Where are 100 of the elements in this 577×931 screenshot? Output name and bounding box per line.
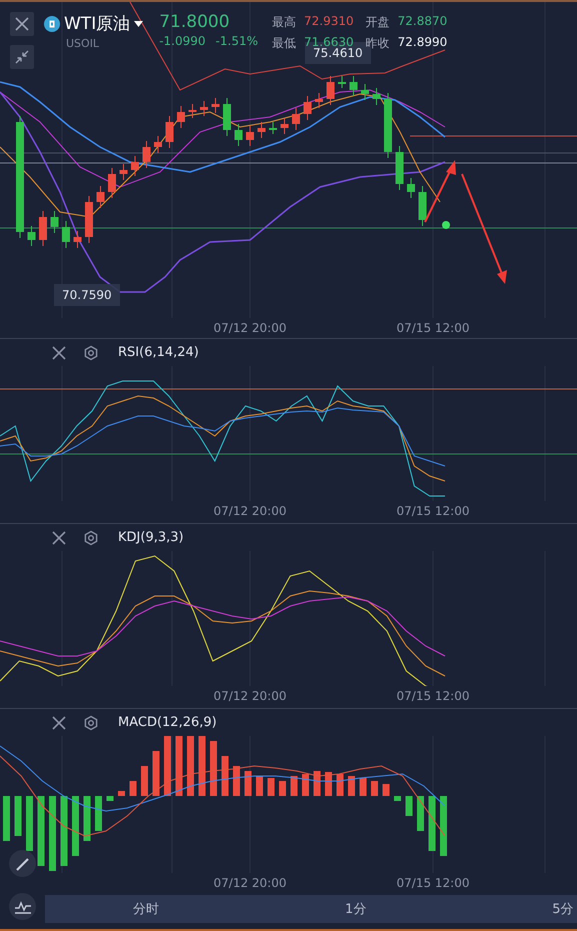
candle <box>350 76 358 96</box>
close-icon <box>52 530 66 544</box>
line-chart-icon <box>14 900 32 914</box>
histogram-bar <box>60 796 68 866</box>
time-label: 07/12 20:00 <box>212 504 288 518</box>
histogram-bar <box>38 796 44 866</box>
period-tab[interactable]: 1分 <box>345 900 366 918</box>
histogram-bar <box>394 796 401 801</box>
percent-change: -1.51% <box>216 34 258 48</box>
price-change: -1.0990 <box>159 34 206 48</box>
close-button[interactable] <box>10 12 34 36</box>
histogram-bar <box>371 781 378 796</box>
stat-value: 72.8990 <box>398 35 448 51</box>
last-price-dot <box>442 221 450 229</box>
histogram-bar <box>348 776 355 796</box>
indicator-name: KDJ(9,3,3) <box>118 530 184 545</box>
histogram-bar <box>152 751 160 796</box>
candle <box>280 118 288 134</box>
candle <box>96 186 104 208</box>
candle <box>361 84 369 100</box>
collapse-icon <box>15 50 29 64</box>
candle <box>269 122 277 134</box>
collapse-button[interactable] <box>10 45 34 69</box>
low-price-label: 70.7590 <box>54 284 120 306</box>
period-tab[interactable]: 分时 <box>133 900 159 918</box>
indicator-button[interactable] <box>9 893 36 920</box>
histogram-bar <box>106 796 114 801</box>
histogram-bar <box>279 781 286 796</box>
histogram-bar <box>187 736 194 796</box>
candle <box>39 210 47 246</box>
draw-button[interactable] <box>9 850 36 877</box>
histogram-bar <box>95 796 102 831</box>
histogram-bar <box>210 741 217 796</box>
time-label: 07/15 12:00 <box>396 504 470 518</box>
settings-icon <box>83 530 99 546</box>
histogram-bar <box>417 796 424 831</box>
settings-button[interactable] <box>82 714 100 732</box>
histogram-bar <box>360 778 366 796</box>
candle <box>326 76 334 106</box>
time-label: 07/12 20:00 <box>212 689 288 703</box>
candle <box>177 106 185 128</box>
symbol-selector[interactable]: WTI原油 <box>64 12 144 35</box>
candle <box>142 140 150 168</box>
histogram-bar <box>382 784 390 796</box>
histogram-bar <box>118 791 125 796</box>
indicator-name: MACD(12,26,9) <box>118 715 217 730</box>
candle <box>212 98 220 114</box>
candle <box>338 76 346 88</box>
settings-icon <box>83 344 99 360</box>
histogram-bar <box>244 771 252 796</box>
histogram-bar <box>141 766 148 796</box>
candle <box>223 98 231 136</box>
settings-icon <box>83 714 99 730</box>
candle <box>407 178 415 198</box>
close-button[interactable] <box>50 344 68 362</box>
stat-value: 72.9310 <box>304 14 354 30</box>
candle <box>246 126 254 146</box>
histogram-bar <box>233 766 240 796</box>
stat-value: 72.8870 <box>398 14 448 30</box>
indicator-name: RSI(6,14,24) <box>118 345 199 360</box>
histogram-bar <box>176 736 182 796</box>
candle <box>304 96 312 120</box>
close-button[interactable] <box>50 714 68 732</box>
candle <box>166 116 174 148</box>
close-icon <box>52 346 66 360</box>
candle <box>418 186 426 226</box>
histogram-bar <box>302 774 309 796</box>
candle <box>74 230 82 248</box>
histogram-bar <box>130 781 136 796</box>
close-icon <box>52 716 66 730</box>
histogram-bar <box>290 776 298 796</box>
histogram-bar <box>14 796 22 836</box>
histogram-bar <box>3 796 10 841</box>
last-price: 71.8000 <box>159 12 231 32</box>
histogram-bar <box>256 776 263 796</box>
candle <box>396 146 404 190</box>
symbol-code: USOIL <box>66 37 100 50</box>
time-label: 07/15 12:00 <box>396 876 470 890</box>
symbol-icon <box>44 16 60 32</box>
close-icon <box>15 17 29 31</box>
candle <box>200 100 208 116</box>
settings-button[interactable] <box>82 344 100 362</box>
histogram-bar <box>164 736 171 796</box>
settings-button[interactable] <box>82 528 100 546</box>
histogram-bar <box>325 772 332 796</box>
up-arrow <box>424 160 456 222</box>
period-tab[interactable]: 5分 <box>552 900 574 918</box>
close-button[interactable] <box>50 528 68 546</box>
histogram-bar <box>84 796 90 841</box>
candle <box>315 92 323 108</box>
histogram-bar <box>440 796 447 856</box>
stat-label: 最高 <box>272 14 296 31</box>
histogram-bar <box>336 774 344 796</box>
candle <box>85 196 93 244</box>
histogram-bar <box>428 796 436 851</box>
candle <box>108 168 116 198</box>
stat-label: 最低 <box>272 35 296 52</box>
candle <box>234 124 242 146</box>
candle <box>28 226 36 246</box>
pencil-icon <box>14 856 30 872</box>
